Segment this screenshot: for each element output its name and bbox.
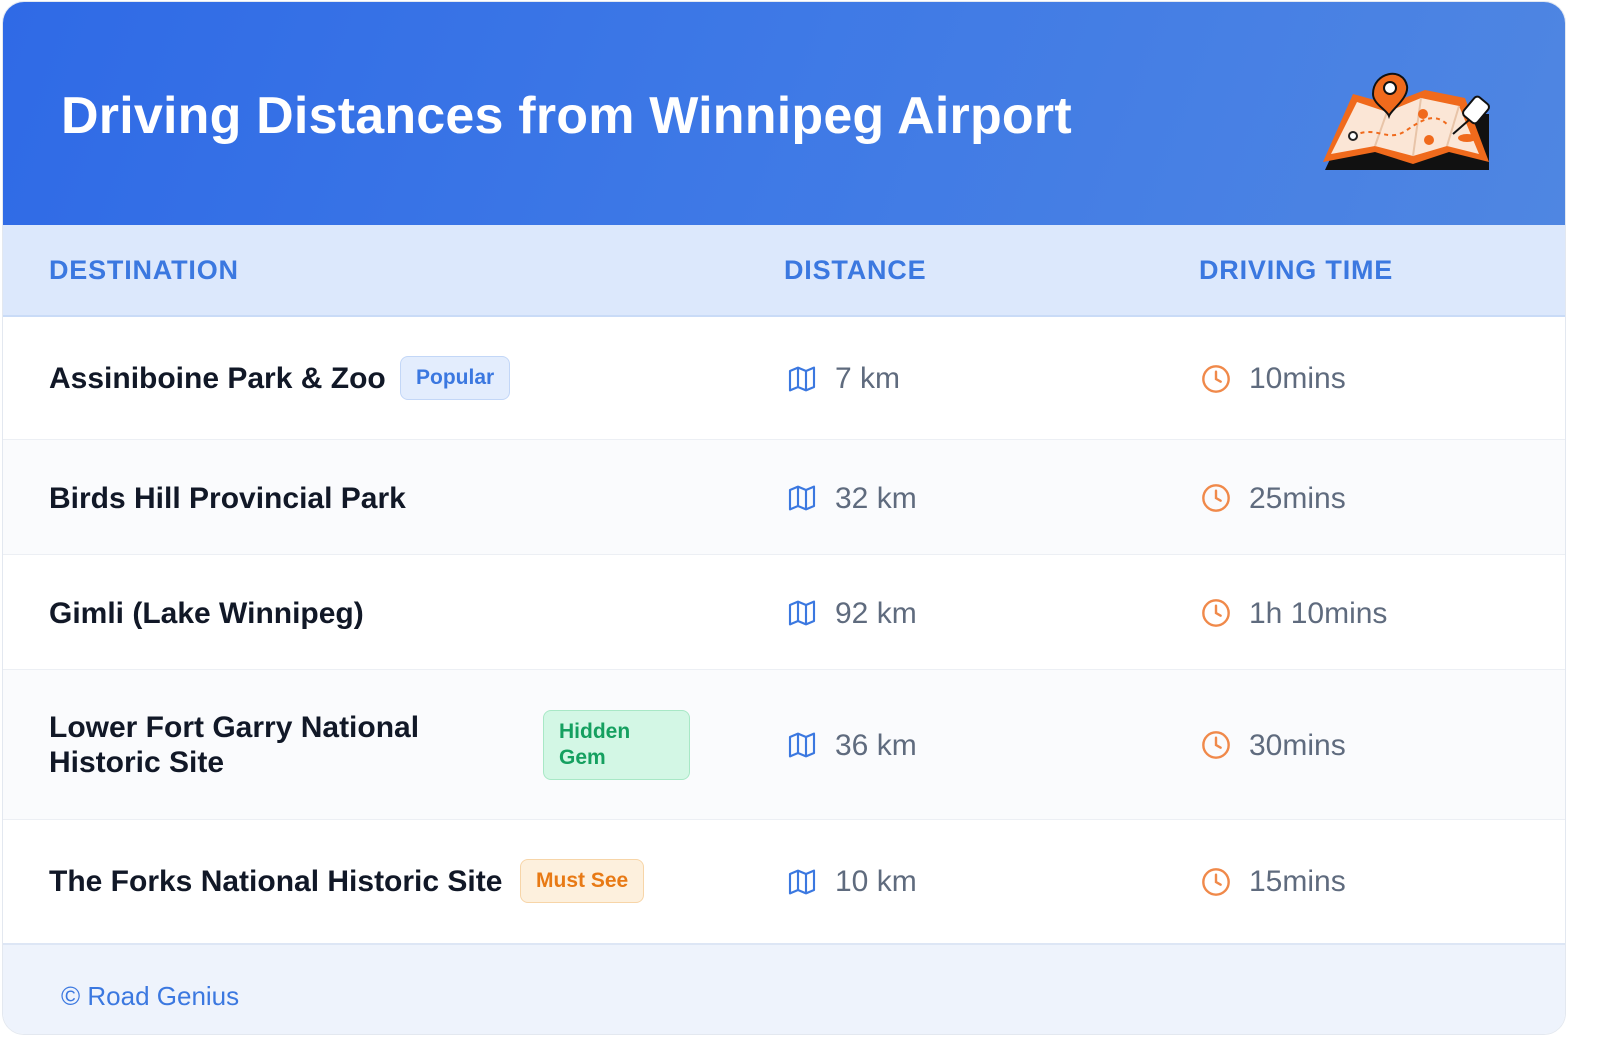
table-row: Lower Fort Garry National Historic Site …	[3, 670, 1565, 820]
distance-value: 32 km	[835, 482, 917, 515]
destination-name: Birds Hill Provincial Park	[49, 482, 406, 515]
clock-icon	[1202, 484, 1230, 512]
distance-value: 10 km	[835, 865, 917, 898]
distance-value: 36 km	[835, 729, 917, 762]
folded-map-with-pins-icon	[1323, 72, 1490, 170]
table-row: The Forks National Historic Site Must Se…	[3, 820, 1565, 943]
column-header-destination: DESTINATION	[49, 255, 239, 285]
distance-value: 92 km	[835, 597, 917, 630]
footer-credit: © Road Genius	[61, 981, 240, 1011]
clock-icon	[1202, 365, 1230, 393]
distance-card: Driving Distances from Winnipeg Airport …	[2, 1, 1566, 1035]
table-header: DESTINATION DISTANCE DRIVING TIME	[3, 225, 1565, 317]
column-header-driving-time: DRIVING TIME	[1199, 255, 1394, 285]
header-banner: Driving Distances from Winnipeg Airport	[3, 2, 1565, 225]
map-icon	[788, 485, 816, 511]
driving-time-value: 1h 10mins	[1249, 597, 1388, 630]
driving-time-value: 15mins	[1249, 865, 1346, 898]
must-see-badge: Must See	[520, 859, 645, 903]
clock-icon	[1202, 868, 1230, 896]
clock-icon	[1202, 731, 1230, 759]
footer: © Road Genius	[3, 943, 1565, 1034]
table-row: Birds Hill Provincial Park 32 km 25mins	[3, 440, 1565, 555]
map-icon	[788, 366, 816, 392]
map-icon	[788, 869, 816, 895]
table-row: Gimli (Lake Winnipeg) 92 km 1h 10mins	[3, 555, 1565, 670]
driving-time-value: 30mins	[1249, 729, 1346, 762]
driving-time-value: 10mins	[1249, 362, 1346, 395]
popular-badge: Popular	[400, 356, 511, 400]
map-icon	[788, 732, 816, 758]
destination-name: Gimli (Lake Winnipeg)	[49, 597, 364, 630]
distance-value: 7 km	[835, 362, 901, 395]
map-icon	[788, 600, 816, 626]
driving-time-value: 25mins	[1249, 482, 1346, 515]
clock-icon	[1202, 599, 1230, 627]
page-title: Driving Distances from Winnipeg Airport	[61, 87, 1072, 145]
destination-name: Assiniboine Park & Zoo	[49, 362, 386, 395]
hidden-gem-badge: Hidden Gem	[543, 710, 690, 780]
table-row: Assiniboine Park & Zoo Popular 7 km 10mi…	[3, 317, 1565, 440]
destination-name: The Forks National Historic Site	[49, 865, 503, 898]
column-header-distance: DISTANCE	[784, 255, 927, 285]
destination-name: Lower Fort Garry National Historic Site	[49, 711, 420, 779]
